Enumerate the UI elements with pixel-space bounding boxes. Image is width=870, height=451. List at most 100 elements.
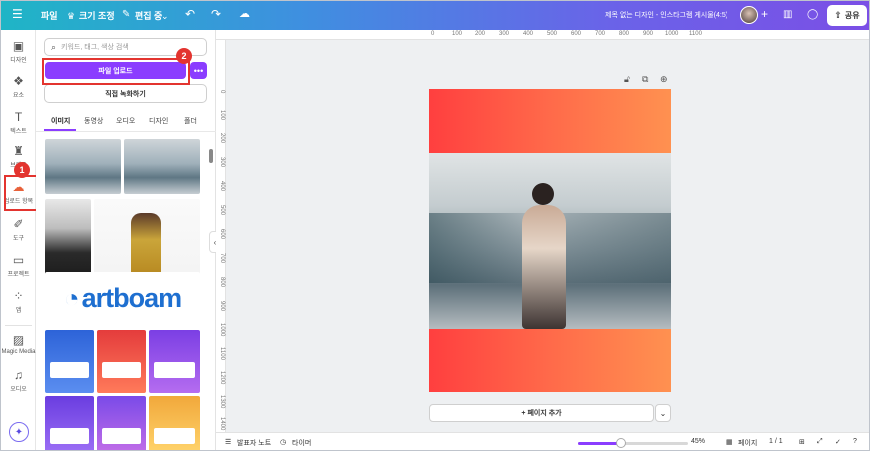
ruler-tick: 1400 <box>219 417 225 431</box>
comment-icon[interactable]: ◯ <box>807 8 818 22</box>
rail-item-text[interactable]: T 텍스트 <box>1 110 36 135</box>
rail-item-audio[interactable]: ♫ 오디오 <box>1 368 36 393</box>
rail-item-elements[interactable]: ❖ 요소 <box>1 74 36 99</box>
magic-sparkle-icon[interactable]: ✦ <box>9 422 29 442</box>
logo-thumbnail[interactable]: ◔ artboam <box>45 272 200 324</box>
share-icon: ⇪ <box>834 10 842 20</box>
add-page-icon[interactable]: ⊕ <box>660 74 668 85</box>
design-page[interactable] <box>429 89 671 392</box>
resize-button[interactable]: 크기 조정 <box>79 9 115 22</box>
ruler-tick: 700 <box>219 253 225 264</box>
upload-thumbnail[interactable] <box>45 396 94 450</box>
fullscreen-icon[interactable]: ⤢ <box>817 438 823 446</box>
horizontal-ruler: 0 100 200 300 400 500 600 700 800 900 10… <box>216 30 869 40</box>
undo-icon[interactable]: ↶ <box>185 7 195 21</box>
panel-scrollbar[interactable] <box>209 149 213 163</box>
pencil-icon: ✎ <box>122 9 131 20</box>
duplicate-page-icon[interactable]: ⧉ <box>642 74 648 85</box>
share-button[interactable]: ⇪ 공유 <box>827 5 867 26</box>
upload-thumbnail[interactable] <box>45 330 94 393</box>
magic-media-icon: ▨ <box>12 333 25 347</box>
ruler-tick: 100 <box>452 31 463 37</box>
chevron-down-icon[interactable]: ⌄ <box>161 9 169 23</box>
add-page-dropdown[interactable]: ⌄ <box>655 404 671 422</box>
pages-button[interactable]: 페이지 <box>738 438 757 448</box>
document-title[interactable]: 제목 없는 디자인 - 인스타그램 게시물(4:5) <box>605 10 727 20</box>
tab-divider <box>36 131 216 132</box>
rail-item-projects[interactable]: ▭ 프로젝트 <box>1 253 36 278</box>
ruler-tick: 600 <box>219 229 225 240</box>
ruler-tick: 900 <box>643 31 654 37</box>
redo-icon[interactable]: ↷ <box>211 7 221 21</box>
rail-item-design[interactable]: ▣ 디자인 <box>1 39 36 64</box>
notes-icon: ☰ <box>225 439 232 446</box>
upload-thumbnail[interactable] <box>45 139 121 194</box>
zoom-slider[interactable] <box>578 442 688 445</box>
ruler-tick: 0 <box>431 31 435 37</box>
ruler-tick: 0 <box>219 90 225 94</box>
notes-button[interactable]: 발표자 노트 <box>237 438 271 448</box>
ruler-tick: 1200 <box>219 371 225 385</box>
audio-icon: ♫ <box>14 368 23 382</box>
edit-mode-button[interactable]: 편집 중 <box>135 9 162 22</box>
upload-thumbnail[interactable] <box>149 330 200 393</box>
elements-icon: ❖ <box>13 74 24 88</box>
search-icon: ⌕ <box>51 41 57 52</box>
uploads-panel: ⌕ 키워드, 태그, 색상 검색 파일 업로드 ••• 직접 녹화하기 이미지 … <box>36 30 216 450</box>
cloud-check-icon[interactable]: ☁ <box>239 7 250 21</box>
upload-thumbnail[interactable] <box>149 396 200 450</box>
upload-thumbnail[interactable] <box>124 139 200 194</box>
left-rail: ▣ 디자인 ❖ 요소 T 텍스트 ♜ 브랜드 ☁ 업로드 항목 ✐ 도구 ▭ 프… <box>1 30 36 450</box>
zoom-slider-knob[interactable] <box>615 438 626 448</box>
rail-item-magic-media[interactable]: ▨ Magic Media <box>1 333 36 355</box>
step-badge-1: 1 <box>14 162 30 178</box>
top-bar: ☰ 파일 ♛ 크기 조정 ✎ 편집 중 ⌄ ↶ ↷ ☁ 제목 없는 디자인 - … <box>1 1 869 30</box>
ruler-tick: 300 <box>499 31 510 37</box>
step-badge-2: 2 <box>176 48 192 64</box>
photo-subject-head <box>532 183 554 205</box>
tab-videos[interactable]: 동영상 <box>84 116 103 126</box>
page-counter[interactable]: 1 / 1 <box>769 438 783 445</box>
ruler-tick: 1300 <box>219 395 225 409</box>
ruler-tick: 500 <box>219 205 225 216</box>
ruler-tick: 600 <box>571 31 582 37</box>
timer-icon: ◷ <box>280 439 287 446</box>
timer-button[interactable]: 타이머 <box>292 438 311 448</box>
more-options-button[interactable]: ••• <box>190 62 207 79</box>
help-icon[interactable]: ? <box>853 438 857 445</box>
rail-item-apps[interactable]: ⁘ 앱 <box>1 289 36 314</box>
ruler-tick: 1000 <box>665 31 679 37</box>
tab-audio[interactable]: 오디오 <box>116 116 135 126</box>
avatar[interactable] <box>740 6 758 24</box>
check-icon[interactable]: ✓ <box>835 438 841 446</box>
plus-icon[interactable]: + <box>761 7 768 21</box>
rail-item-tools[interactable]: ✐ 도구 <box>1 217 36 242</box>
ruler-tick: 300 <box>219 157 225 168</box>
ruler-tick: 800 <box>219 277 225 288</box>
upload-thumbnail[interactable] <box>97 396 146 450</box>
bottom-bar: ☰ 발표자 노트 ◷ 타이머 45% ▦ 페이지 1 / 1 ⊞ ⤢ ✓ ? <box>216 432 869 450</box>
chart-icon[interactable]: ▥ <box>783 8 792 22</box>
tab-images[interactable]: 이미지 <box>51 116 70 126</box>
ruler-tick: 1100 <box>689 31 702 37</box>
resize-icon: ♛ <box>67 11 76 21</box>
ruler-tick: 400 <box>523 31 534 37</box>
photo-element[interactable] <box>429 153 671 329</box>
brand-icon: ♜ <box>13 144 24 158</box>
ruler-tick: 500 <box>547 31 558 37</box>
grid-view-icon[interactable]: ⊞ <box>799 438 805 446</box>
menu-icon[interactable]: ☰ <box>12 7 23 21</box>
zoom-percent[interactable]: 45% <box>691 438 705 445</box>
file-menu[interactable]: 파일 <box>41 9 58 22</box>
ruler-tick: 100 <box>219 110 225 121</box>
pages-icon: ▦ <box>726 439 733 446</box>
tab-folders[interactable]: 폴더 <box>184 116 197 126</box>
ruler-tick: 400 <box>219 181 225 192</box>
design-icon: ▣ <box>12 39 25 53</box>
upload-thumbnail[interactable] <box>97 330 146 393</box>
record-yourself-button[interactable]: 직접 녹화하기 <box>44 84 207 103</box>
ruler-tick: 200 <box>475 31 486 37</box>
tab-designs[interactable]: 디자인 <box>149 116 168 126</box>
lock-icon[interactable]: 🔓︎ <box>624 74 630 85</box>
add-page-button[interactable]: + 페이지 추가 <box>429 404 654 422</box>
